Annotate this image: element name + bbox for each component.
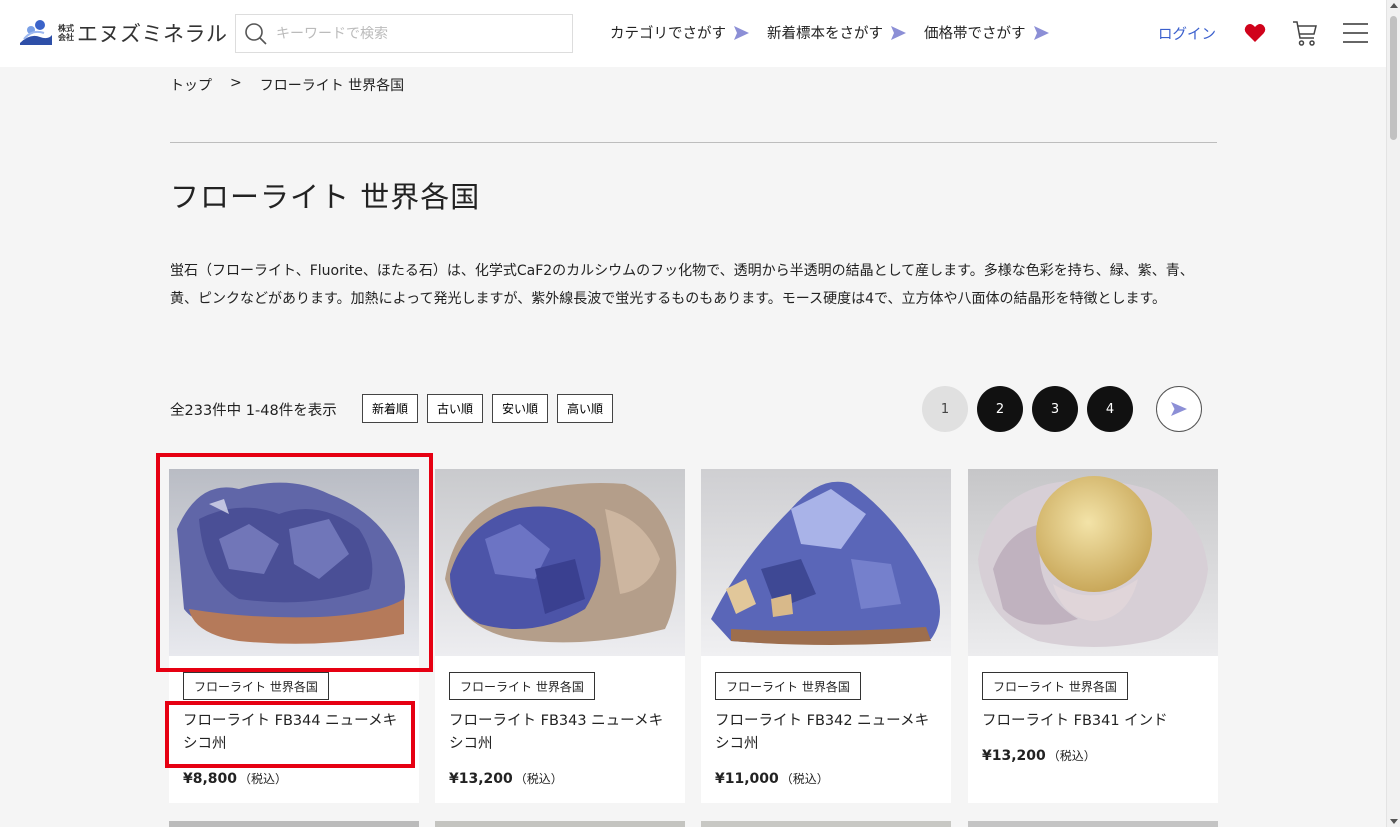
hamburger-menu-icon[interactable] xyxy=(1343,22,1368,44)
product-card-partial[interactable] xyxy=(435,821,685,827)
sort-newest-button[interactable]: 新着順 xyxy=(362,394,419,423)
cart-icon[interactable] xyxy=(1292,19,1318,47)
result-count: 全233件中 1-48件を表示 xyxy=(170,403,337,419)
product-image[interactable] xyxy=(435,469,685,656)
logo-name: エヌズミネラル xyxy=(77,22,228,46)
product-name[interactable]: フローライト FB341 インド xyxy=(982,710,1210,733)
nav-category[interactable]: カテゴリでさがす xyxy=(610,22,749,43)
search-icon[interactable] xyxy=(236,15,276,52)
nav-price-range[interactable]: 価格帯でさがす xyxy=(924,22,1049,43)
product-name[interactable]: フローライト FB342 ニューメキシコ州 xyxy=(715,710,943,756)
product-category-tag[interactable]: フローライト 世界各国 xyxy=(183,672,329,700)
product-card[interactable]: フローライト 世界各国 フローライト FB343 ニューメキシコ州 ¥13,20… xyxy=(435,469,685,803)
next-page-button[interactable] xyxy=(1156,386,1202,432)
scroll-thumb[interactable] xyxy=(1390,16,1397,140)
logo-mark-icon xyxy=(18,17,54,49)
product-price: ¥8,800 （税込） xyxy=(183,771,288,787)
breadcrumb-separator: > xyxy=(230,75,242,91)
site-logo[interactable]: 株式 会社 エヌズミネラル xyxy=(18,17,228,49)
sort-highest-button[interactable]: 高い順 xyxy=(557,394,614,423)
product-price: ¥13,200 （税込） xyxy=(982,748,1096,764)
product-category-tag[interactable]: フローライト 世界各国 xyxy=(982,672,1128,700)
product-card-partial[interactable] xyxy=(968,821,1218,827)
product-card-partial[interactable] xyxy=(701,821,951,827)
next-arrow-icon xyxy=(1171,402,1187,416)
product-card[interactable]: フローライト 世界各国 フローライト FB342 ニューメキシコ州 ¥11,00… xyxy=(701,469,951,803)
sort-options: 新着順 古い順 安い順 高い順 xyxy=(362,394,614,423)
product-card[interactable]: フローライト 世界各国 フローライト FB341 インド ¥13,200 （税込） xyxy=(968,469,1218,803)
breadcrumb-current: フローライト 世界各国 xyxy=(259,78,405,94)
page-2-button[interactable]: 2 xyxy=(977,386,1023,432)
breadcrumb: トップ > フローライト 世界各国 xyxy=(170,75,404,95)
search-box xyxy=(235,14,573,53)
site-header: 株式 会社 エヌズミネラル カテゴリでさがす 新着標本をさがす 価格帯でさがす … xyxy=(0,0,1386,67)
category-description: 蛍石（フローライト、Fluorite、ほたる石）は、化学式CaF2のカルシウムの… xyxy=(170,263,1194,307)
divider xyxy=(170,142,1217,143)
nav-arrow-icon xyxy=(734,25,749,40)
product-name[interactable]: フローライト FB343 ニューメキシコ州 xyxy=(449,710,677,756)
product-card-partial[interactable] xyxy=(169,821,419,827)
product-category-tag[interactable]: フローライト 世界各国 xyxy=(715,672,861,700)
search-input[interactable] xyxy=(276,25,556,42)
breadcrumb-home[interactable]: トップ xyxy=(170,75,212,95)
product-image[interactable] xyxy=(169,469,419,656)
page-1-button[interactable]: 1 xyxy=(922,386,968,432)
product-card[interactable]: フローライト 世界各国 フローライト FB344 ニューメキシコ州 ¥8,800… xyxy=(169,469,419,803)
main-nav: カテゴリでさがす 新着標本をさがす 価格帯でさがす xyxy=(610,22,1049,43)
favorite-heart-icon[interactable] xyxy=(1244,23,1266,43)
scroll-up-arrow-icon[interactable] xyxy=(1390,3,1398,8)
sort-oldest-button[interactable]: 古い順 xyxy=(427,394,484,423)
product-name[interactable]: フローライト FB344 ニューメキシコ州 xyxy=(183,710,411,756)
nav-arrow-icon xyxy=(891,25,906,40)
login-link[interactable]: ログイン xyxy=(1158,23,1216,44)
product-image[interactable] xyxy=(968,469,1218,656)
nav-new-arrivals[interactable]: 新着標本をさがす xyxy=(767,22,906,43)
page-3-button[interactable]: 3 xyxy=(1032,386,1078,432)
page-title: フローライト 世界各国 xyxy=(170,180,481,214)
logo-prefix: 株式 会社 xyxy=(58,24,74,42)
product-price: ¥11,000 （税込） xyxy=(715,771,829,787)
page-scrollbar[interactable] xyxy=(1386,0,1400,827)
page-4-button[interactable]: 4 xyxy=(1087,386,1133,432)
product-category-tag[interactable]: フローライト 世界各国 xyxy=(449,672,595,700)
sort-cheapest-button[interactable]: 安い順 xyxy=(492,394,549,423)
product-price: ¥13,200 （税込） xyxy=(449,771,563,787)
product-image[interactable] xyxy=(701,469,951,656)
pagination: 1 2 3 4 xyxy=(922,386,1202,432)
scroll-down-arrow-icon[interactable] xyxy=(1390,819,1398,824)
nav-arrow-icon xyxy=(1033,25,1049,40)
